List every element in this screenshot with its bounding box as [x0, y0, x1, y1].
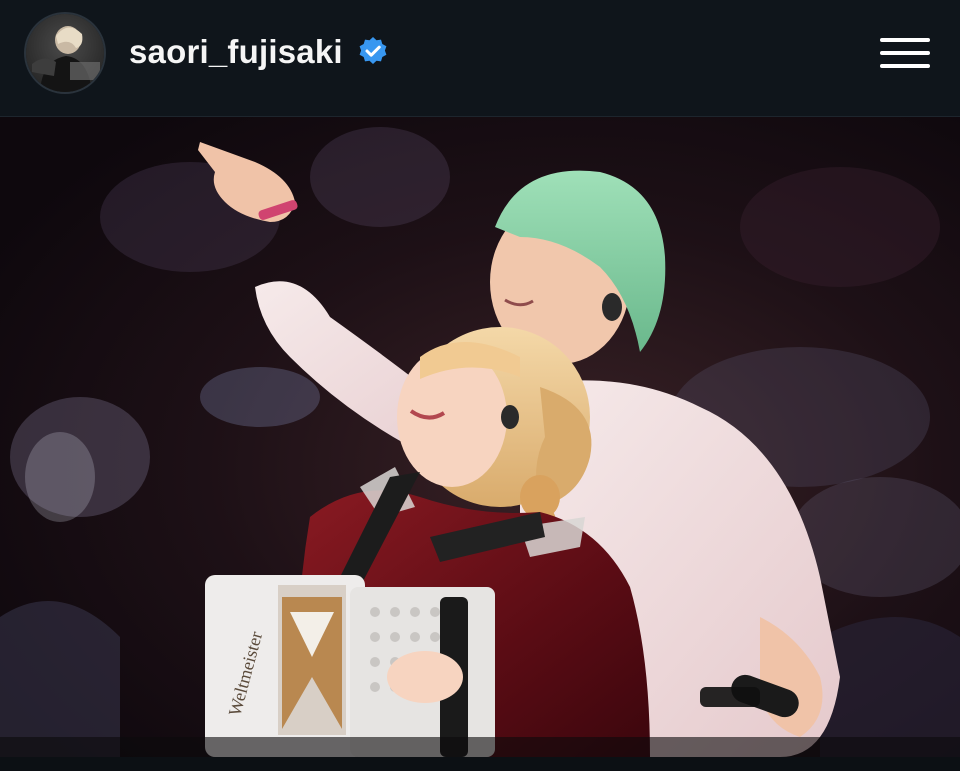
- profile-avatar[interactable]: [26, 14, 104, 92]
- post-photo[interactable]: Weltmeister: [0, 117, 960, 757]
- hamburger-menu-icon[interactable]: [876, 36, 934, 70]
- post-view: saori_fujisaki Weltmeister: [0, 0, 960, 771]
- bottom-strip: [0, 757, 960, 771]
- username-label[interactable]: saori_fujisaki: [129, 32, 343, 72]
- concert-photo-image: Weltmeister: [0, 117, 960, 757]
- post-header: saori_fujisaki: [0, 0, 960, 117]
- avatar-image: [26, 14, 104, 92]
- verified-badge-icon: [359, 37, 387, 64]
